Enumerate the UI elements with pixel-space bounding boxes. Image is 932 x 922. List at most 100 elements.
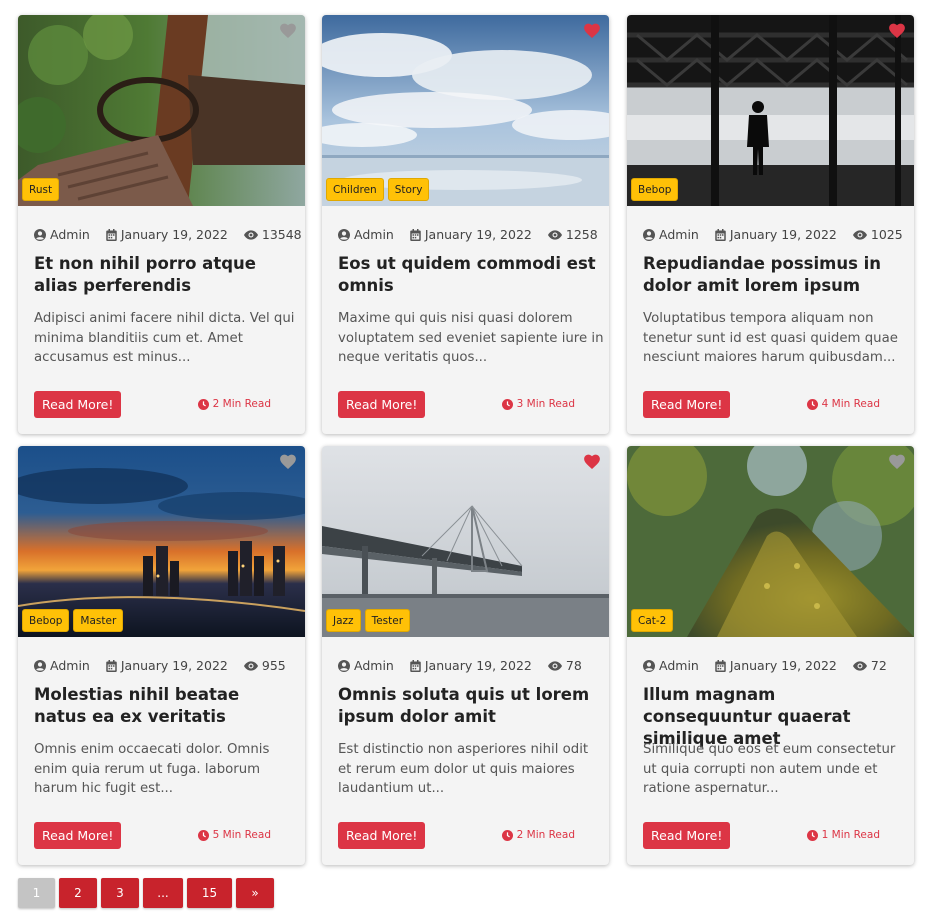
user-circle-icon	[643, 659, 655, 672]
post-image[interactable]: Jazz Tester	[322, 446, 609, 637]
calendar-icon	[106, 228, 117, 241]
date: January 19, 2022	[106, 227, 228, 242]
read-time-label: 4 Min Read	[821, 398, 880, 410]
read-more-button[interactable]: Read More!	[34, 391, 122, 418]
post-image[interactable]: Bebop	[627, 15, 914, 206]
tag[interactable]: Jazz	[326, 609, 361, 632]
post-card: Cat-2 Admin January 19, 2022 72 Illum ma…	[627, 446, 914, 865]
clock-icon	[197, 398, 209, 410]
author-name: Admin	[354, 658, 394, 673]
post-meta: Admin January 19, 2022 955	[34, 658, 295, 673]
post-title[interactable]: Repudiandae possimus in dolor amit lorem…	[643, 253, 905, 297]
read-more-button[interactable]: Read More!	[643, 822, 731, 849]
tag[interactable]: Master	[73, 609, 124, 632]
tag[interactable]: Bebop	[22, 609, 70, 632]
read-time-label: 2 Min Read	[212, 398, 271, 410]
post-meta: Admin January 19, 2022 1025	[643, 227, 904, 242]
tag[interactable]: Cat-2	[631, 609, 674, 632]
post-title[interactable]: Eos ut quidem commodi est omnis	[338, 253, 600, 297]
author: Admin	[643, 227, 699, 242]
page-15-button[interactable]: 15	[187, 878, 232, 908]
tag[interactable]: Tester	[364, 609, 411, 632]
calendar-icon	[715, 228, 726, 241]
calendar-icon	[410, 659, 421, 672]
page-3-button[interactable]: 3	[101, 878, 139, 908]
calendar-icon	[410, 228, 421, 241]
post-card: Jazz Tester Admin January 19, 2022 78 Om…	[322, 446, 609, 865]
heart-icon[interactable]	[888, 22, 906, 39]
author: Admin	[643, 658, 699, 673]
post-image[interactable]: Rust	[18, 15, 305, 206]
tag-list: Jazz Tester	[326, 609, 411, 632]
user-circle-icon	[338, 659, 350, 672]
date: January 19, 2022	[715, 658, 837, 673]
page-ellipsis: ...	[143, 878, 183, 908]
read-time-label: 5 Min Read	[212, 829, 271, 841]
user-circle-icon	[34, 659, 46, 672]
read-time: 2 Min Read	[197, 398, 271, 410]
tag[interactable]: Children	[326, 178, 384, 201]
read-time-label: 3 Min Read	[516, 398, 575, 410]
view-count: 72	[870, 658, 887, 673]
next-page-button[interactable]: »	[236, 878, 274, 908]
author: Admin	[34, 227, 90, 242]
page-2-button[interactable]: 2	[59, 878, 97, 908]
read-more-button[interactable]: Read More!	[34, 822, 122, 849]
post-excerpt: Voluptatibus tempora aliquam non tenetur…	[643, 311, 898, 365]
views: 955	[243, 658, 286, 673]
pagination: 1 2 3 ... 15 »	[18, 878, 274, 908]
read-more-button[interactable]: Read More!	[643, 391, 731, 418]
author: Admin	[338, 658, 394, 673]
heart-icon[interactable]	[888, 453, 906, 470]
views: 1258	[547, 227, 598, 242]
page-1-button[interactable]: 1	[18, 878, 55, 908]
post-date: January 19, 2022	[424, 658, 532, 673]
tag[interactable]: Story	[387, 178, 430, 201]
post-title[interactable]: Omnis soluta quis ut lorem ipsum dolor a…	[338, 684, 600, 728]
heart-icon[interactable]	[279, 22, 297, 39]
clock-icon	[501, 398, 513, 410]
read-more-button[interactable]: Read More!	[338, 822, 426, 849]
user-circle-icon	[643, 228, 655, 241]
read-time: 4 Min Read	[806, 398, 880, 410]
post-image[interactable]: Cat-2	[627, 446, 914, 637]
tag[interactable]: Rust	[22, 178, 60, 201]
post-date: January 19, 2022	[424, 227, 532, 242]
post-image[interactable]: Children Story	[322, 15, 609, 206]
clock-icon	[197, 829, 209, 841]
read-time: 3 Min Read	[501, 398, 575, 410]
tag-list: Bebop	[631, 178, 679, 201]
read-time: 2 Min Read	[501, 829, 575, 841]
post-date: January 19, 2022	[120, 227, 228, 242]
heart-icon[interactable]	[279, 453, 297, 470]
eye-icon	[547, 229, 562, 240]
eye-icon	[852, 229, 867, 240]
post-date: January 19, 2022	[729, 227, 837, 242]
post-card: Bebop Master Admin January 19, 2022 955 …	[18, 446, 305, 865]
clock-icon	[806, 398, 818, 410]
post-excerpt: Est distinctio non asperiores nihil odit…	[338, 742, 589, 796]
read-more-button[interactable]: Read More!	[338, 391, 426, 418]
view-count: 13548	[261, 227, 302, 242]
views: 1025	[852, 227, 903, 242]
clock-icon	[501, 829, 513, 841]
read-time-label: 1 Min Read	[821, 829, 880, 841]
date: January 19, 2022	[410, 227, 532, 242]
views: 78	[547, 658, 582, 673]
heart-icon[interactable]	[583, 453, 601, 470]
author-name: Admin	[354, 227, 394, 242]
author-name: Admin	[659, 227, 699, 242]
post-title[interactable]: Molestias nihil beatae natus ea ex verit…	[34, 684, 296, 728]
post-meta: Admin January 19, 2022 72	[643, 658, 904, 673]
views: 13548	[243, 227, 302, 242]
post-excerpt: Maxime qui quis nisi quasi dolorem volup…	[338, 311, 604, 365]
post-card: Children Story Admin January 19, 2022 12…	[322, 15, 609, 434]
post-title[interactable]: Et non nihil porro atque alias perferend…	[34, 253, 296, 297]
heart-icon[interactable]	[583, 22, 601, 39]
tag-list: Bebop Master	[22, 609, 124, 632]
post-date: January 19, 2022	[120, 658, 228, 673]
post-image[interactable]: Bebop Master	[18, 446, 305, 637]
view-count: 955	[261, 658, 286, 673]
post-date: January 19, 2022	[729, 658, 837, 673]
tag[interactable]: Bebop	[631, 178, 679, 201]
